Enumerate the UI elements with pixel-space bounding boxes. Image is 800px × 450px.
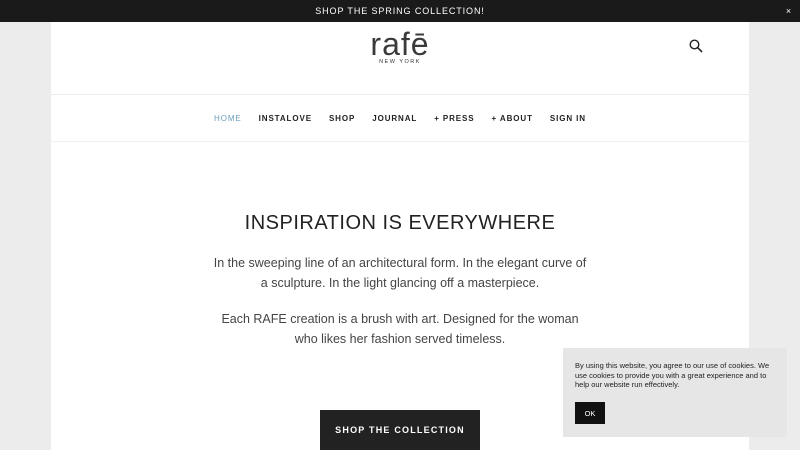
cookie-banner: By using this website, you agree to our … bbox=[563, 348, 787, 437]
hero-paragraph-1: In the sweeping line of an architectural… bbox=[213, 256, 587, 290]
hero-paragraph-2: Each RAFE creation is a brush with art. … bbox=[221, 312, 579, 346]
promo-text[interactable]: SHOP THE SPRING COLLECTION! bbox=[315, 6, 485, 16]
site-header: rafē NEW YORK bbox=[51, 22, 749, 95]
nav-item-journal[interactable]: JOURNAL bbox=[364, 114, 426, 123]
shop-collection-button[interactable]: SHOP THE COLLECTION bbox=[320, 410, 480, 450]
hero-title: INSPIRATION IS EVERYWHERE bbox=[244, 212, 556, 234]
logo-wordmark[interactable]: rafē bbox=[370, 28, 429, 60]
nav-item-instalove[interactable]: INSTALOVE bbox=[250, 114, 320, 123]
promo-bar[interactable]: SHOP THE SPRING COLLECTION! × bbox=[0, 0, 800, 22]
logo[interactable]: rafē NEW YORK bbox=[51, 28, 749, 65]
nav-item-press[interactable]: + PRESS bbox=[426, 114, 483, 123]
main-nav: HOME INSTALOVE SHOP JOURNAL + PRESS + AB… bbox=[51, 95, 749, 142]
hero-section: INSPIRATION IS EVERYWHERE In the sweepin… bbox=[51, 207, 749, 349]
nav-item-about[interactable]: + ABOUT bbox=[483, 114, 541, 123]
nav-item-home[interactable]: HOME bbox=[206, 114, 251, 123]
search-icon[interactable] bbox=[689, 39, 705, 55]
nav-item-sign-in[interactable]: SIGN IN bbox=[541, 114, 594, 123]
close-icon[interactable]: × bbox=[786, 5, 792, 17]
cookie-ok-button[interactable]: OK bbox=[575, 402, 605, 424]
cookie-text: By using this website, you agree to our … bbox=[575, 361, 770, 389]
logo-subtitle: NEW YORK bbox=[379, 59, 421, 65]
nav-item-shop[interactable]: SHOP bbox=[320, 114, 363, 123]
